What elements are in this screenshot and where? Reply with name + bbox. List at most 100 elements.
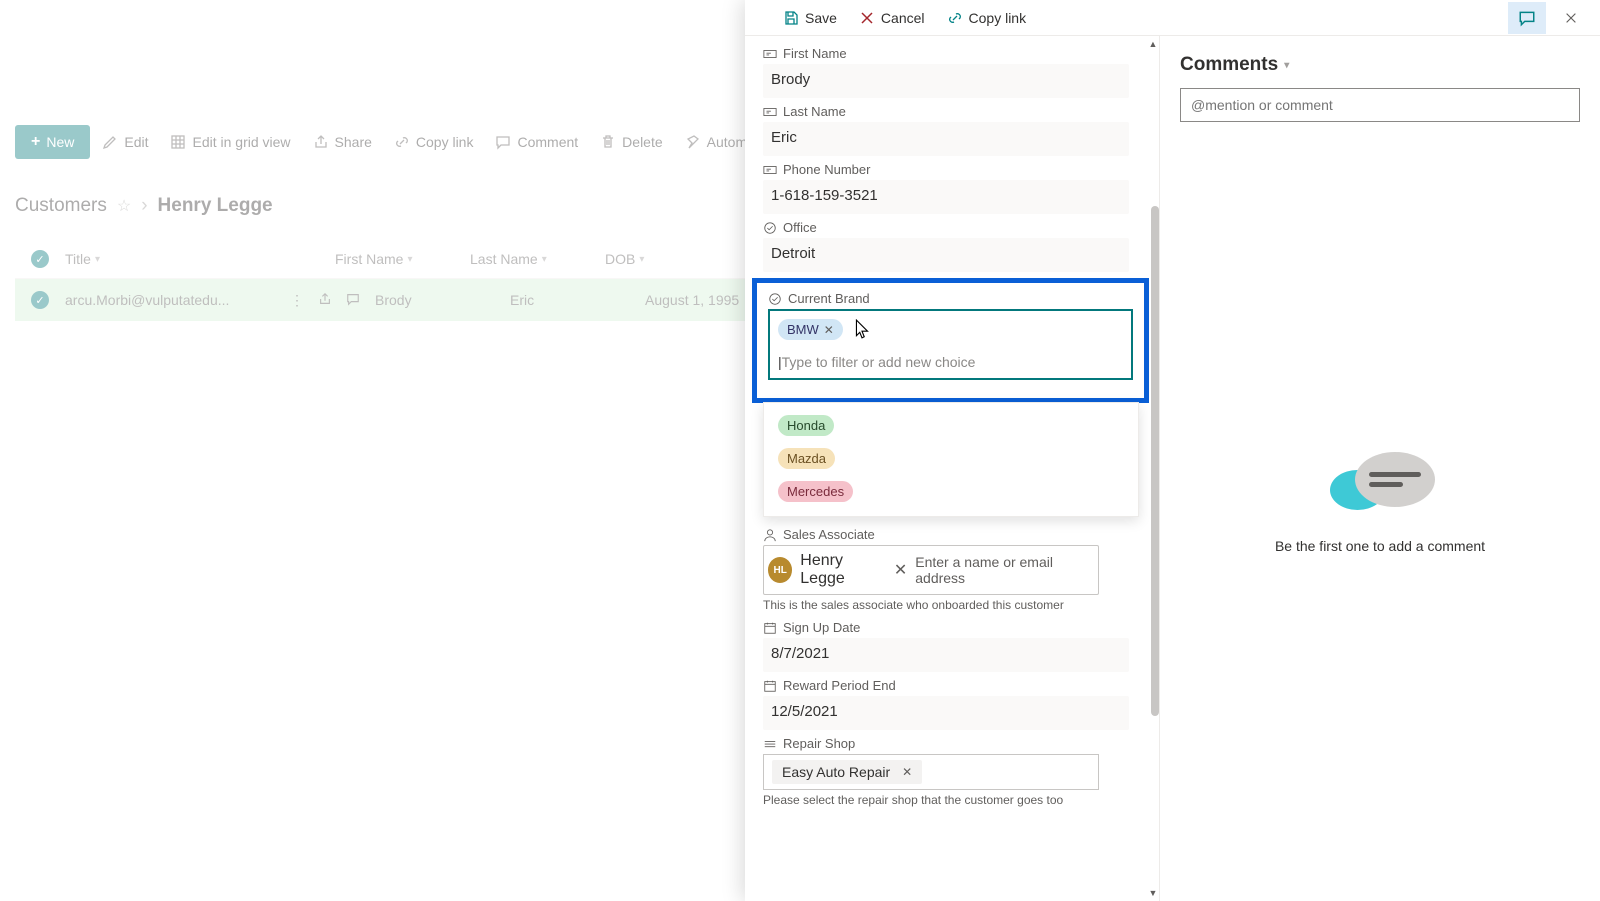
chevron-down-icon: ▾ [95, 254, 100, 265]
field-phone: Phone Number 1-618-159-3521 [763, 162, 1159, 214]
brand-pill-bmw: BMW ✕ [778, 319, 843, 340]
link-icon [394, 134, 410, 150]
row-dob: August 1, 1995 [645, 292, 739, 308]
column-select[interactable]: ✓ [15, 250, 65, 268]
panel-copy-link-button[interactable]: Copy link [937, 4, 1037, 32]
comment-input[interactable] [1180, 88, 1580, 122]
share-icon [313, 134, 329, 150]
panel-header: Save Cancel Copy link [745, 0, 1600, 36]
copy-link-button[interactable]: Copy link [384, 126, 484, 158]
breadcrumb-root[interactable]: Customers [15, 195, 107, 217]
brand-option-mercedes[interactable]: Mercedes [764, 475, 1138, 508]
last-name-input[interactable]: Eric [763, 122, 1129, 156]
field-last-name: Last Name Eric [763, 104, 1159, 156]
edit-button[interactable]: Edit [92, 126, 158, 158]
save-button[interactable]: Save [773, 4, 847, 32]
office-input[interactable]: Detroit [763, 238, 1129, 272]
chevron-down-icon: ▾ [639, 254, 644, 265]
chevron-down-icon: ▾ [407, 254, 412, 265]
reward-end-input[interactable]: 12/5/2021 [763, 696, 1129, 730]
repair-shop-input[interactable]: Easy Auto Repair ✕ [763, 754, 1099, 790]
check-icon[interactable]: ✓ [31, 291, 49, 309]
chevron-down-icon: ▾ [1284, 60, 1289, 71]
repair-shop-desc: Please select the repair shop that the c… [763, 793, 1129, 807]
comments-column: Comments ▾ Be the first one to add a com… [1160, 36, 1600, 901]
scroll-down-arrow[interactable]: ▼ [1147, 887, 1159, 899]
row-share-icon[interactable] [318, 292, 332, 309]
field-repair-shop: Repair Shop Easy Auto Repair ✕ Please se… [763, 736, 1159, 807]
new-button[interactable]: + New [15, 125, 90, 159]
filter-input[interactable]: |Type to filter or add new choice [778, 354, 1123, 370]
row-first-name: Brody [375, 292, 412, 308]
comment-button[interactable]: Comment [485, 126, 588, 158]
mouse-cursor-icon [855, 319, 869, 339]
brand-option-honda[interactable]: Honda [764, 409, 1138, 442]
repair-shop-pill: Easy Auto Repair ✕ [772, 760, 922, 784]
field-sales-associate: Sales Associate HL Henry Legge ✕ Enter a… [763, 527, 1159, 612]
person-name: Henry Legge [800, 552, 886, 588]
row-last-name: Eric [510, 292, 534, 308]
column-last-name[interactable]: Last Name▾ [470, 251, 605, 267]
first-name-input[interactable]: Brody [763, 64, 1129, 98]
comments-toggle-button[interactable] [1508, 2, 1546, 34]
breadcrumb: Customers ☆ › Henry Legge [15, 195, 273, 217]
close-icon [1564, 11, 1578, 25]
breadcrumb-separator: › [141, 195, 147, 217]
row-title: arcu.Morbi@vulputatedu... [65, 292, 229, 308]
plus-icon: + [31, 133, 40, 151]
person-placeholder: Enter a name or email address [915, 554, 1094, 586]
phone-input[interactable]: 1-618-159-3521 [763, 180, 1129, 214]
remove-pill-icon[interactable]: ✕ [902, 765, 912, 779]
column-dob[interactable]: DOB▾ [605, 251, 755, 267]
chevron-down-icon: ▾ [542, 254, 547, 265]
delete-button[interactable]: Delete [590, 126, 672, 158]
brand-option-mazda[interactable]: Mazda [764, 442, 1138, 475]
edit-grid-button[interactable]: Edit in grid view [160, 126, 300, 158]
field-first-name: First Name Brody [763, 46, 1159, 98]
sign-up-date-input[interactable]: 8/7/2021 [763, 638, 1129, 672]
column-title[interactable]: Title▾ [65, 251, 335, 267]
scroll-up-arrow[interactable]: ▲ [1147, 38, 1159, 50]
lookup-icon [763, 737, 777, 751]
text-field-icon [763, 47, 777, 61]
remove-pill-icon[interactable]: ✕ [824, 323, 834, 337]
column-first-name[interactable]: First Name▾ [335, 251, 470, 267]
calendar-icon [763, 679, 777, 693]
field-sign-up-date: Sign Up Date 8/7/2021 [763, 620, 1159, 672]
row-actions: ⋮ [290, 292, 360, 309]
breadcrumb-current: Henry Legge [158, 195, 273, 217]
text-field-icon [763, 105, 777, 119]
field-office: Office Detroit [763, 220, 1159, 272]
current-brand-highlight: Current Brand BMW ✕ |Type to filter or a… [752, 278, 1149, 403]
sales-associate-desc: This is the sales associate who onboarde… [763, 598, 1129, 612]
form-column[interactable]: ▲ First Name Brody Last Name Eric Phon [745, 36, 1160, 901]
comment-icon [495, 134, 511, 150]
sales-associate-input[interactable]: HL Henry Legge ✕ Enter a name or email a… [763, 545, 1099, 595]
pencil-icon [102, 134, 118, 150]
row-comment-icon[interactable] [346, 292, 360, 309]
share-button[interactable]: Share [303, 126, 382, 158]
remove-person-icon[interactable]: ✕ [894, 560, 907, 580]
side-panel: Save Cancel Copy link ▲ [745, 0, 1600, 901]
text-field-icon [763, 163, 777, 177]
star-icon[interactable]: ☆ [117, 196, 131, 216]
choice-icon [768, 292, 782, 306]
comments-title[interactable]: Comments ▾ [1180, 54, 1580, 76]
trash-icon [600, 134, 616, 150]
brand-dropdown: Honda Mazda Mercedes [763, 402, 1139, 517]
comment-icon [1518, 9, 1536, 27]
scrollbar-thumb[interactable] [1151, 206, 1159, 716]
field-reward-end: Reward Period End 12/5/2021 [763, 678, 1159, 730]
chat-illustration [1325, 452, 1435, 522]
calendar-icon [763, 621, 777, 635]
current-brand-input[interactable]: BMW ✕ |Type to filter or add new choice [768, 309, 1133, 380]
close-panel-button[interactable] [1552, 2, 1590, 34]
cancel-button[interactable]: Cancel [849, 4, 935, 32]
row-menu-icon[interactable]: ⋮ [290, 292, 304, 309]
x-icon [859, 10, 875, 26]
list-toolbar: + New Edit Edit in grid view Share Copy … [15, 125, 816, 159]
flow-icon [685, 134, 701, 150]
grid-icon [170, 134, 186, 150]
person-icon [763, 528, 777, 542]
save-icon [783, 10, 799, 26]
